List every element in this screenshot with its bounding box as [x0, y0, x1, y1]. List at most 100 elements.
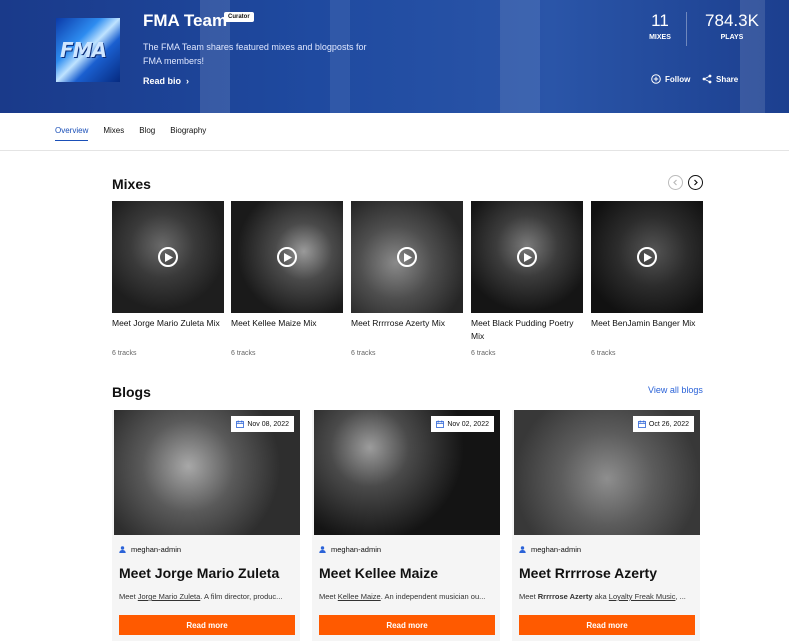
- mixes-stat: 11 MIXES: [640, 11, 680, 41]
- blog-title[interactable]: Meet Rrrrrose Azerty: [519, 565, 657, 581]
- curator-badge: Curator: [224, 12, 254, 22]
- mix-card[interactable]: Meet BenJamin Banger Mix 6 tracks: [591, 201, 704, 357]
- view-all-blogs-link[interactable]: View all blogs: [648, 385, 703, 395]
- blog-excerpt-link[interactable]: Loyalty Freak Music: [609, 592, 676, 601]
- tabs-divider: [0, 150, 789, 151]
- mix-cover-image: [351, 201, 463, 313]
- tab-mixes[interactable]: Mixes: [103, 126, 124, 141]
- mix-card[interactable]: Meet Jorge Mario Zuleta Mix 6 tracks: [112, 201, 225, 357]
- calendar-icon: [638, 420, 646, 428]
- profile-description: The FMA Team shares featured mixes and b…: [143, 42, 367, 66]
- blog-excerpt-text: . An independent musician ou...: [380, 592, 486, 601]
- play-button[interactable]: [158, 247, 178, 267]
- calendar-icon: [236, 420, 245, 428]
- blog-excerpt-text: Meet: [319, 592, 338, 601]
- profile-tabs: Overview Mixes Blog Biography: [55, 126, 206, 141]
- play-button[interactable]: [397, 247, 417, 267]
- plays-stat: 784.3K PLAYS: [700, 11, 764, 41]
- mix-title[interactable]: Meet BenJamin Banger Mix: [591, 317, 704, 330]
- user-icon: [319, 546, 326, 553]
- calendar-icon: [436, 420, 445, 428]
- blog-date-text: Nov 08, 2022: [247, 420, 289, 428]
- blog-excerpt: Meet Jorge Mario Zuleta. A film director…: [119, 592, 297, 601]
- play-button[interactable]: [277, 247, 297, 267]
- mix-card[interactable]: Meet Black Pudding Poetry Mix 6 tracks: [471, 201, 584, 357]
- blog-author[interactable]: meghan-admin: [119, 545, 181, 554]
- blog-card: Nov 02, 2022 meghan-admin Meet Kellee Ma…: [312, 410, 500, 641]
- blog-excerpt-text: aka: [592, 592, 609, 601]
- blog-author-name: meghan-admin: [131, 545, 182, 554]
- share-label: Share: [716, 74, 739, 84]
- blog-date: Oct 26, 2022: [632, 416, 694, 432]
- mix-title[interactable]: Meet Rrrrrose Azerty Mix: [351, 317, 464, 330]
- blog-cover-image[interactable]: Nov 02, 2022: [314, 410, 500, 535]
- play-button[interactable]: [637, 247, 657, 267]
- mix-track-count: 6 tracks: [231, 350, 256, 357]
- tab-overview[interactable]: Overview: [55, 126, 89, 141]
- blog-excerpt: Meet Kellee Maize. An independent musici…: [319, 592, 497, 601]
- blog-excerpt-text: , ...: [675, 592, 686, 601]
- blog-cover-image[interactable]: Nov 08, 2022: [114, 410, 300, 535]
- blog-date-text: Oct 26, 2022: [648, 420, 689, 428]
- read-bio-label: Read bio: [143, 76, 182, 86]
- tab-blog[interactable]: Blog: [139, 126, 155, 141]
- blog-title[interactable]: Meet Kellee Maize: [319, 565, 438, 581]
- follow-button[interactable]: Follow: [651, 74, 690, 84]
- blog-author-name: meghan-admin: [331, 545, 382, 554]
- tab-biography[interactable]: Biography: [170, 126, 206, 141]
- read-bio-link[interactable]: Read bio ›: [143, 76, 189, 86]
- blog-title[interactable]: Meet Jorge Mario Zuleta: [119, 565, 279, 581]
- blog-excerpt-text: . A film director, produc...: [200, 592, 283, 601]
- carousel-prev-button[interactable]: [668, 175, 683, 190]
- plays-count: 784.3K: [705, 11, 759, 30]
- mixes-label: MIXES: [649, 34, 671, 41]
- blog-excerpt-text: Meet: [119, 592, 138, 601]
- play-icon: [165, 252, 173, 262]
- blog-excerpt: Meet Rrrrrose Azerty aka Loyalty Freak M…: [519, 592, 697, 601]
- user-icon: [519, 546, 526, 553]
- carousel-next-button[interactable]: [688, 175, 703, 190]
- mix-cover-image: [591, 201, 703, 313]
- read-more-button[interactable]: Read more: [519, 615, 695, 635]
- play-icon: [524, 252, 532, 262]
- play-icon: [284, 252, 292, 262]
- blog-excerpt-bold: Rrrrrose Azerty: [537, 592, 593, 601]
- chevron-right-icon: ›: [183, 76, 190, 86]
- blog-author[interactable]: meghan-admin: [319, 545, 381, 554]
- blog-excerpt-link[interactable]: Kellee Maize: [338, 592, 381, 601]
- plus-circle-icon: [651, 74, 661, 84]
- blog-excerpt-link[interactable]: Jorge Mario Zuleta: [138, 592, 201, 601]
- play-button[interactable]: [517, 247, 537, 267]
- blog-author-name: meghan-admin: [531, 545, 582, 554]
- share-button[interactable]: Share: [702, 74, 738, 84]
- blog-excerpt-text: Meet: [519, 592, 538, 601]
- blog-card: Oct 26, 2022 meghan-admin Meet Rrrrrose …: [512, 410, 700, 641]
- mix-title[interactable]: Meet Kellee Maize Mix: [231, 317, 344, 330]
- stats-divider: [686, 12, 687, 46]
- mix-cover-image: [112, 201, 224, 313]
- blog-author[interactable]: meghan-admin: [519, 545, 581, 554]
- mix-cover-image: [231, 201, 343, 313]
- blog-card: Nov 08, 2022 meghan-admin Meet Jorge Mar…: [112, 410, 300, 641]
- mix-title[interactable]: Meet Black Pudding Poetry Mix: [471, 317, 584, 343]
- mix-cover-image: [471, 201, 583, 313]
- mixes-count: 11: [651, 11, 669, 30]
- chevron-left-icon: [673, 179, 677, 186]
- plays-label: PLAYS: [720, 34, 744, 41]
- read-more-button[interactable]: Read more: [119, 615, 295, 635]
- blog-date-text: Nov 02, 2022: [447, 420, 489, 428]
- avatar-logo: FMA: [60, 38, 107, 62]
- user-icon: [119, 546, 126, 553]
- mix-track-count: 6 tracks: [591, 350, 616, 357]
- blog-cover-image[interactable]: Oct 26, 2022: [514, 410, 700, 535]
- blog-date: Nov 02, 2022: [431, 416, 494, 432]
- mix-card[interactable]: Meet Rrrrrose Azerty Mix 6 tracks: [351, 201, 464, 357]
- mix-track-count: 6 tracks: [471, 350, 496, 357]
- mix-track-count: 6 tracks: [351, 350, 376, 357]
- mix-card[interactable]: Meet Kellee Maize Mix 6 tracks: [231, 201, 344, 357]
- read-more-button[interactable]: Read more: [319, 615, 495, 635]
- mix-title[interactable]: Meet Jorge Mario Zuleta Mix: [112, 317, 225, 330]
- mix-track-count: 6 tracks: [112, 350, 137, 357]
- mixes-section-title: Mixes: [112, 176, 151, 192]
- header-background-decoration: [500, 0, 540, 113]
